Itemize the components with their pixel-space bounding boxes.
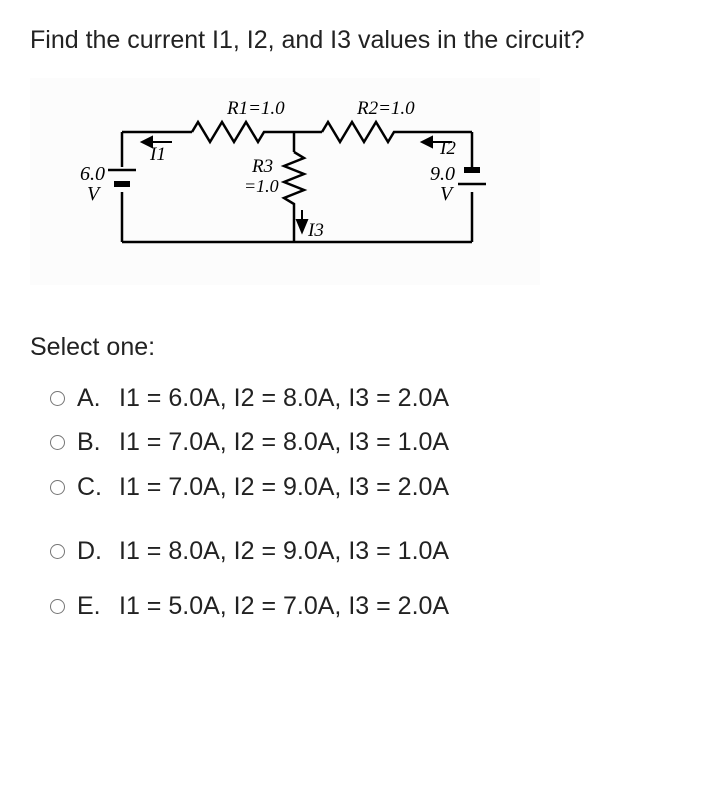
label-i2: I2 (439, 138, 456, 159)
option-b[interactable]: B. I1 = 7.0A, I2 = 8.0A, I3 = 1.0A (30, 420, 684, 465)
label-r1: R1=1.0 (226, 98, 285, 119)
label-vleft-bot: V (87, 183, 102, 205)
circuit-svg: R1=1.0 R2=1.0 R3 =1.0 6.0 V 9.0 V I1 I2 … (42, 92, 522, 262)
options-list: A. I1 = 6.0A, I2 = 8.0A, I3 = 2.0A B. I1… (30, 376, 684, 629)
option-text: I1 = 7.0A, I2 = 9.0A, I3 = 2.0A (119, 471, 449, 504)
radio-d[interactable] (50, 544, 65, 559)
label-r3-top: R3 (251, 156, 273, 177)
option-text: I1 = 7.0A, I2 = 8.0A, I3 = 1.0A (119, 426, 449, 459)
label-vright-bot: V (440, 183, 455, 205)
option-c[interactable]: C. I1 = 7.0A, I2 = 9.0A, I3 = 2.0A (30, 465, 684, 510)
question-text: Find the current I1, I2, and I3 values i… (30, 24, 684, 58)
radio-a[interactable] (50, 391, 65, 406)
label-r3-bot: =1.0 (244, 176, 279, 196)
option-text: I1 = 5.0A, I2 = 7.0A, I3 = 2.0A (119, 590, 449, 623)
label-i3: I3 (307, 220, 324, 241)
label-vright-top: 9.0 (430, 163, 455, 185)
option-letter: D. (77, 535, 119, 568)
radio-e[interactable] (50, 599, 65, 614)
label-r2: R2=1.0 (356, 98, 415, 119)
option-d[interactable]: D. I1 = 8.0A, I2 = 9.0A, I3 = 1.0A (30, 529, 684, 574)
option-text: I1 = 8.0A, I2 = 9.0A, I3 = 1.0A (119, 535, 449, 568)
option-e[interactable]: E. I1 = 5.0A, I2 = 7.0A, I3 = 2.0A (30, 584, 684, 629)
select-one-label: Select one: (30, 333, 684, 362)
option-letter: A. (77, 382, 119, 415)
label-vleft-top: 6.0 (80, 163, 105, 185)
circuit-diagram: R1=1.0 R2=1.0 R3 =1.0 6.0 V 9.0 V I1 I2 … (30, 78, 540, 285)
option-letter: C. (77, 471, 119, 504)
label-i1: I1 (149, 144, 166, 165)
option-text: I1 = 6.0A, I2 = 8.0A, I3 = 2.0A (119, 382, 449, 415)
option-letter: E. (77, 590, 119, 623)
radio-b[interactable] (50, 435, 65, 450)
option-a[interactable]: A. I1 = 6.0A, I2 = 8.0A, I3 = 2.0A (30, 376, 684, 421)
option-letter: B. (77, 426, 119, 459)
radio-c[interactable] (50, 480, 65, 495)
